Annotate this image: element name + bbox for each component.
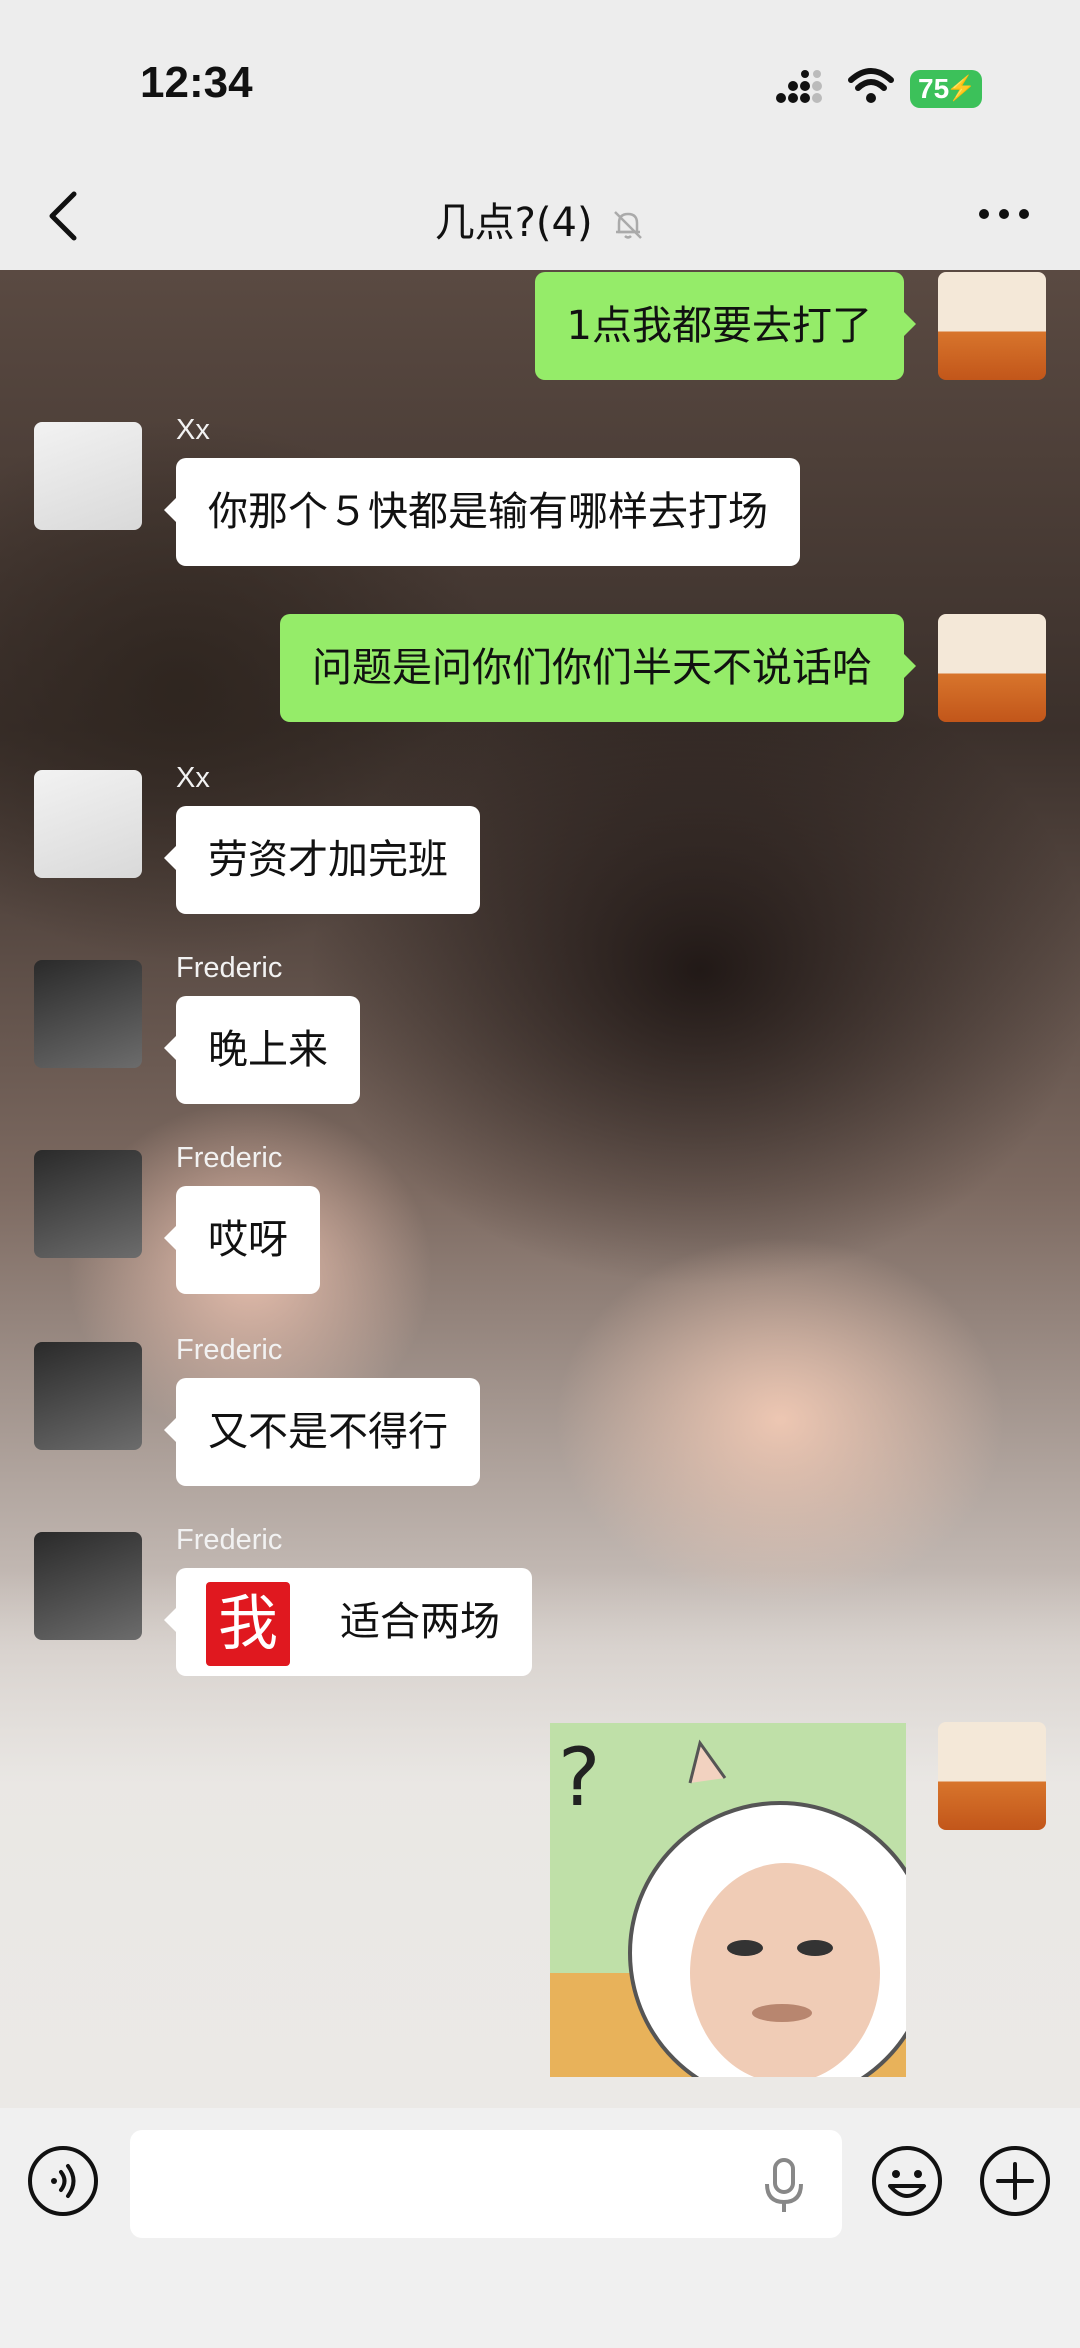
avatar-frederic[interactable] — [34, 1342, 142, 1450]
cellular-signal-icon — [776, 70, 822, 103]
message-bubble-sent[interactable]: 1点我都要去打了 — [534, 272, 917, 380]
message-bubble-received[interactable]: 晚上来 — [164, 996, 360, 1104]
avatar-xx[interactable] — [34, 770, 142, 878]
sender-name: Frederic — [176, 1334, 283, 1366]
message-bubble-received[interactable]: 你那个５快都是输有哪样去打场 — [164, 458, 800, 566]
chat-title: 几点?(4) — [0, 190, 1080, 248]
message-bubble-received[interactable]: 劳资才加完班 — [164, 806, 480, 914]
my-avatar[interactable] — [938, 1722, 1046, 1830]
chat-header: 几点?(4) — [0, 170, 1080, 270]
meme-sheep-sticker[interactable]: ? — [550, 1723, 906, 2077]
battery-level: 75 — [918, 73, 950, 104]
plus-icon[interactable] — [978, 2144, 1052, 2218]
chat-title-text: 几点?(4) — [434, 200, 593, 246]
input-bar — [0, 2108, 1080, 2348]
message-text: 你那个５快都是输有哪样去打场 — [208, 489, 768, 535]
avatar-frederic[interactable] — [34, 1150, 142, 1258]
meme-sheep-illustration: ? — [550, 1723, 906, 2077]
svg-text:?: ? — [558, 1731, 600, 1824]
message-text: 哎呀 — [208, 1217, 288, 1263]
my-avatar[interactable] — [938, 272, 1046, 380]
message-bubble-received[interactable]: 哎呀 — [164, 1186, 320, 1294]
message-text: 问题是问你们你们半天不说话哈 — [312, 645, 872, 691]
message-text: 晚上来 — [208, 1027, 328, 1073]
sender-name: Xx — [176, 762, 210, 794]
wifi-icon — [848, 68, 894, 103]
bell-muted-icon — [614, 211, 643, 239]
chat-message-list[interactable]: 1点我都要去打了 Xx 你那个５快都是输有哪样去打场 问题是问你们你们半天不说话… — [0, 270, 1080, 2108]
voice-mode-icon[interactable] — [26, 2144, 100, 2218]
microphone-icon[interactable] — [762, 2156, 806, 2216]
more-dots-icon[interactable] — [976, 204, 1032, 224]
message-bubble-received[interactable]: 我 适合两场 — [164, 1568, 532, 1676]
sender-name: Frederic — [176, 1524, 283, 1556]
message-text: 1点我都要去打了 — [566, 303, 872, 349]
message-text: 劳资才加完班 — [208, 837, 448, 883]
message-bubble-sent[interactable]: 问题是问你们你们半天不说话哈 — [280, 614, 916, 722]
my-avatar[interactable] — [938, 614, 1046, 722]
avatar-frederic[interactable] — [34, 1532, 142, 1640]
message-text: 适合两场 — [340, 1599, 500, 1645]
sender-name: Frederic — [176, 952, 283, 984]
avatar-xx[interactable] — [34, 422, 142, 530]
battery-indicator: 75 ⚡ — [910, 70, 982, 108]
charging-bolt-icon: ⚡ — [946, 75, 976, 102]
inline-sticker-wo: 我 — [206, 1582, 290, 1666]
background-photo-shade — [0, 1570, 1080, 2108]
sender-name: Frederic — [176, 1142, 283, 1174]
status-bar: 12:34 75 ⚡ — [0, 0, 1080, 170]
sender-name: Xx — [176, 414, 210, 446]
clock: 12:34 — [140, 58, 253, 107]
message-input[interactable] — [130, 2130, 842, 2238]
emoji-icon[interactable] — [870, 2144, 944, 2218]
avatar-frederic[interactable] — [34, 960, 142, 1068]
message-text: 又不是不得行 — [208, 1409, 448, 1455]
message-bubble-received[interactable]: 又不是不得行 — [164, 1378, 480, 1486]
